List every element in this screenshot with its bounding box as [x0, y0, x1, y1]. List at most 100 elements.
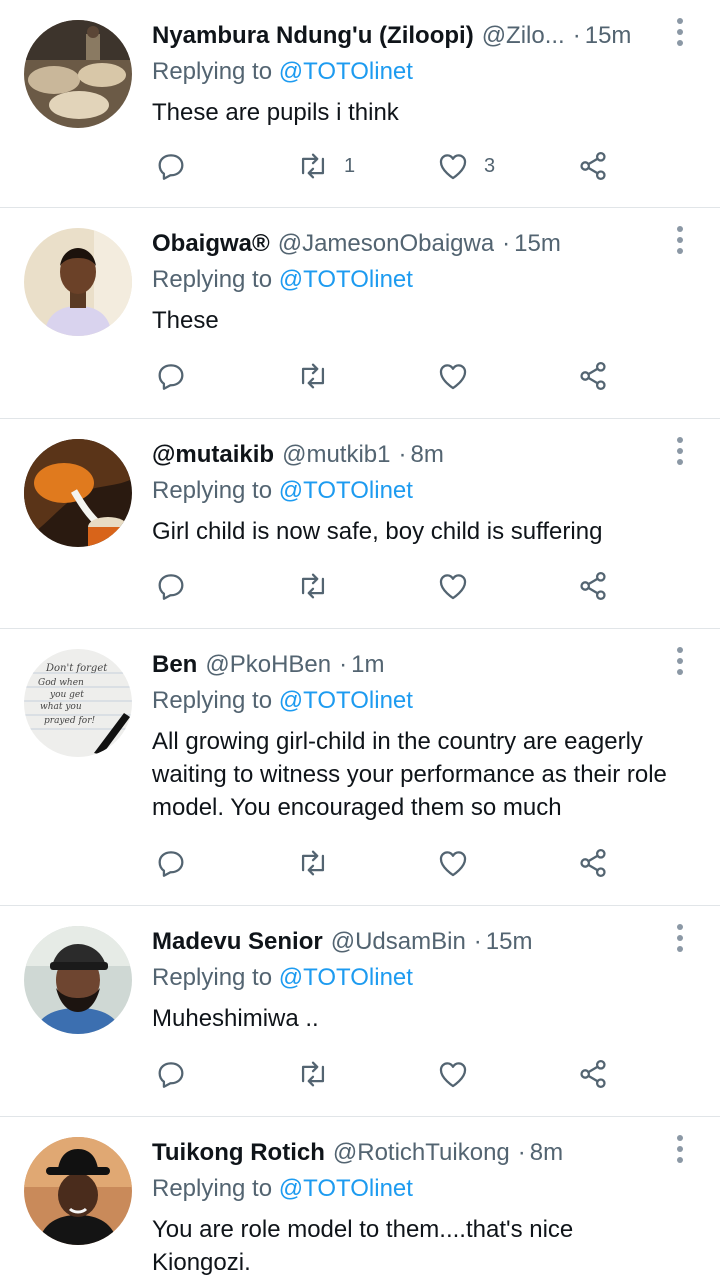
user-handle[interactable]: @RotichTuikong: [333, 1137, 510, 1171]
reply-button[interactable]: [154, 146, 188, 186]
tweet-text: These are pupils i think: [152, 99, 399, 126]
reply-icon: [158, 1062, 184, 1088]
more-options-icon[interactable]: [670, 226, 690, 254]
replying-to-label: Replying to: [152, 1175, 273, 1202]
avatar[interactable]: Don't forget God when you get what you p…: [24, 649, 132, 757]
note-line: what you: [40, 702, 82, 712]
share-icon: [580, 848, 606, 878]
like-button[interactable]: [436, 566, 484, 606]
share-icon: [580, 571, 606, 601]
like-button[interactable]: 3: [436, 146, 495, 186]
retweet-count: 1: [344, 154, 356, 177]
more-options-icon[interactable]: [670, 18, 690, 46]
more-options-icon[interactable]: [670, 1135, 690, 1163]
action-bar: 1 3: [152, 146, 632, 186]
reply-button[interactable]: [154, 1054, 188, 1094]
replying-to-label: Replying to: [152, 477, 273, 504]
retweet-button[interactable]: [296, 356, 344, 396]
reply-tweet[interactable]: Tuikong Rotich @RotichTuikong · 8m Reply…: [0, 1117, 720, 1276]
tweet-header: Madevu Senior @UdsamBin · 15m: [152, 926, 650, 960]
share-button[interactable]: [576, 356, 610, 396]
reply-icon: [158, 851, 184, 877]
note-line: you get: [49, 690, 84, 700]
reply-button[interactable]: [154, 843, 188, 883]
tweet-text: Muheshimiwa ..: [152, 1005, 319, 1032]
reply-tweet[interactable]: Madevu Senior @UdsamBin · 15m Replying t…: [0, 906, 720, 1117]
timestamp[interactable]: 8m: [411, 439, 444, 473]
retweet-icon: [301, 850, 325, 876]
display-name[interactable]: Madevu Senior: [152, 926, 323, 960]
separator-dot: ·: [517, 1139, 526, 1166]
display-name[interactable]: Nyambura Ndung'u (Ziloopi): [152, 20, 474, 54]
tweet-header: Ben @PkoHBen · 1m: [152, 649, 650, 683]
more-options-icon[interactable]: [670, 924, 690, 952]
retweet-icon: [301, 153, 325, 179]
like-button[interactable]: [436, 843, 484, 883]
like-icon: [439, 364, 467, 390]
timestamp[interactable]: 8m: [530, 1137, 563, 1171]
retweet-button[interactable]: [296, 566, 344, 606]
mention-link[interactable]: @TOTOlinet: [279, 58, 413, 85]
replying-to: Replying to @TOTOlinet: [152, 475, 413, 507]
like-icon: [439, 154, 467, 180]
user-handle[interactable]: @JamesonObaigwa: [278, 228, 494, 262]
share-button[interactable]: [576, 146, 610, 186]
like-icon: [439, 851, 467, 877]
avatar[interactable]: [24, 228, 132, 336]
tweet-header: Nyambura Ndung'u (Ziloopi) @Zilo... · 15…: [152, 20, 650, 54]
retweet-icon: [301, 363, 325, 389]
like-icon: [439, 574, 467, 600]
avatar[interactable]: [24, 1137, 132, 1245]
share-button[interactable]: [576, 1054, 610, 1094]
tweet-header: Tuikong Rotich @RotichTuikong · 8m: [152, 1137, 650, 1171]
tweet-text: Girl child is now safe, boy child is suf…: [152, 518, 603, 545]
mention-link[interactable]: @TOTOlinet: [279, 687, 413, 714]
mention-link[interactable]: @TOTOlinet: [279, 1175, 413, 1202]
replying-to-label: Replying to: [152, 964, 273, 991]
like-button[interactable]: [436, 356, 484, 396]
retweet-button[interactable]: [296, 1054, 344, 1094]
user-handle[interactable]: @Zilo...: [482, 20, 565, 54]
note-line: prayed for!: [44, 716, 96, 726]
separator-dot: ·: [502, 230, 511, 257]
note-line: Don't forget: [45, 663, 108, 674]
avatar[interactable]: [24, 439, 132, 547]
user-handle[interactable]: @UdsamBin: [331, 926, 466, 960]
reply-tweet[interactable]: Nyambura Ndung'u (Ziloopi) @Zilo... · 15…: [0, 0, 720, 208]
reply-tweet[interactable]: Don't forget God when you get what you p…: [0, 629, 720, 906]
separator-dot: ·: [339, 651, 348, 678]
more-options-icon[interactable]: [670, 647, 690, 675]
reply-icon: [158, 364, 184, 390]
timestamp[interactable]: 15m: [514, 228, 561, 262]
avatar[interactable]: [24, 926, 132, 1034]
timestamp[interactable]: 15m: [585, 20, 632, 54]
display-name[interactable]: Obaigwa®: [152, 228, 270, 262]
retweet-button[interactable]: 1: [296, 146, 355, 186]
timestamp[interactable]: 15m: [486, 926, 533, 960]
share-button[interactable]: [576, 566, 610, 606]
reply-tweet[interactable]: Obaigwa® @JamesonObaigwa · 15m Replying …: [0, 208, 720, 419]
mention-link[interactable]: @TOTOlinet: [279, 266, 413, 293]
replying-to: Replying to @TOTOlinet: [152, 1173, 413, 1205]
replying-to-label: Replying to: [152, 687, 273, 714]
mention-link[interactable]: @TOTOlinet: [279, 964, 413, 991]
display-name[interactable]: Tuikong Rotich: [152, 1137, 325, 1171]
replying-to: Replying to @TOTOlinet: [152, 962, 413, 994]
user-handle[interactable]: @PkoHBen: [205, 649, 331, 683]
reply-button[interactable]: [154, 566, 188, 606]
action-bar: [152, 843, 632, 883]
replying-to-label: Replying to: [152, 266, 273, 293]
display-name[interactable]: @mutaikib: [152, 439, 274, 473]
reply-tweet[interactable]: @mutaikib @mutkib1 · 8m Replying to @TOT…: [0, 419, 720, 629]
mention-link[interactable]: @TOTOlinet: [279, 477, 413, 504]
display-name[interactable]: Ben: [152, 649, 197, 683]
avatar[interactable]: [24, 20, 132, 128]
more-options-icon[interactable]: [670, 437, 690, 465]
share-button[interactable]: [576, 843, 610, 883]
retweet-button[interactable]: [296, 843, 344, 883]
timestamp[interactable]: 1m: [351, 649, 384, 683]
separator-dot: ·: [473, 928, 482, 955]
reply-button[interactable]: [154, 356, 188, 396]
user-handle[interactable]: @mutkib1: [282, 439, 390, 473]
like-button[interactable]: [436, 1054, 484, 1094]
